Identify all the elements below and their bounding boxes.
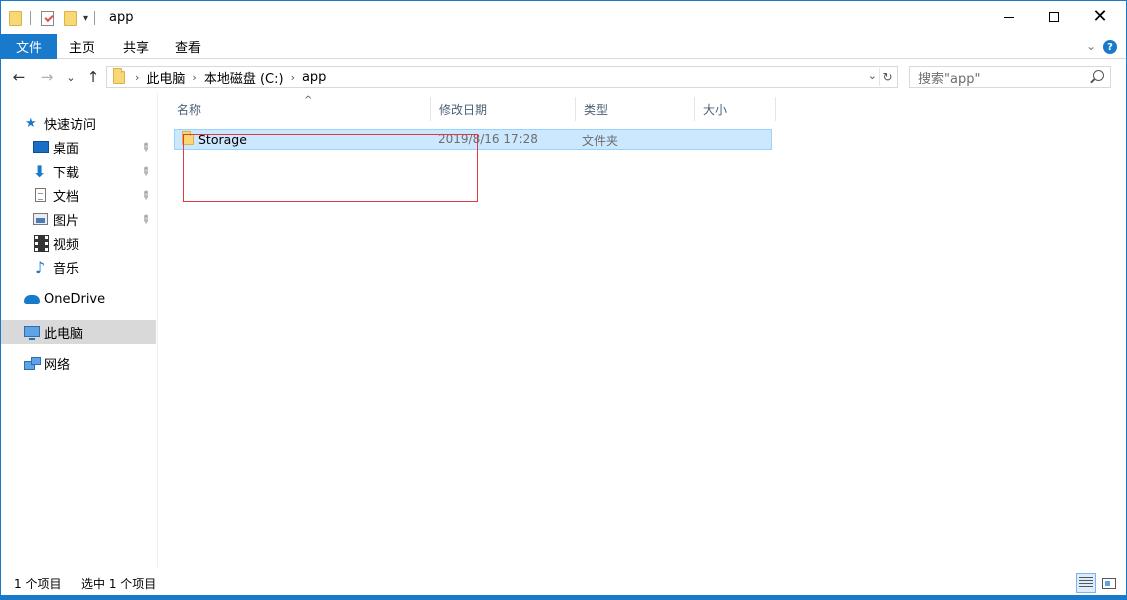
star-icon: ★ — [25, 115, 37, 131]
column-header-modified[interactable]: 修改日期 — [431, 97, 576, 121]
pin-icon[interactable]: ✎ — [138, 211, 154, 227]
maximize-icon — [1049, 12, 1059, 22]
sidebar-item-label: OneDrive — [44, 291, 106, 307]
sidebar-item-label: 图片 — [53, 213, 80, 229]
sidebar-item-videos[interactable]: 视频 — [1, 231, 156, 255]
window-title: app — [109, 10, 134, 25]
expand-ribbon-icon[interactable]: ⌄ — [1086, 39, 1096, 53]
address-dropdown-icon[interactable]: ⌄ — [868, 69, 877, 82]
navigation-pane: ★ 快速访问 桌面 ✎ ⬇ 下载 ✎ 文档 ✎ 图片 ✎ 视频 ♪ 音乐 One… — [1, 93, 158, 567]
sidebar-item-label: 视频 — [53, 237, 80, 253]
item-count: 1 个项目 — [14, 577, 62, 591]
column-header-size[interactable]: 大小 — [695, 97, 776, 121]
minimize-button[interactable] — [986, 1, 1032, 33]
sidebar-item-music[interactable]: ♪ 音乐 — [1, 255, 156, 279]
search-icon[interactable] — [1093, 70, 1104, 81]
network-icon — [24, 357, 41, 370]
folder-icon — [113, 67, 125, 84]
ribbon-tabs: 文件 主页 共享 查看 ⌄ ? — [1, 34, 1126, 59]
cloud-icon — [24, 294, 40, 304]
new-folder-icon[interactable] — [64, 10, 77, 26]
pin-icon[interactable]: ✎ — [138, 163, 154, 179]
pin-icon[interactable]: ✎ — [138, 139, 154, 155]
sidebar-item-documents[interactable]: 文档 ✎ — [1, 183, 156, 207]
status-bar: 1 个项目 选中 1 个项目 — [1, 571, 1126, 595]
large-icons-view-button[interactable] — [1099, 573, 1119, 593]
sidebar-item-quick-access[interactable]: ★ 快速访问 — [1, 111, 156, 135]
picture-icon — [33, 213, 48, 225]
close-icon: ✕ — [1092, 6, 1108, 27]
music-icon: ♪ — [35, 257, 46, 277]
sidebar-item-label: 快速访问 — [44, 117, 97, 133]
breadcrumb-separator[interactable]: › — [192, 71, 196, 84]
pin-icon[interactable]: ✎ — [138, 187, 154, 203]
video-icon — [34, 234, 49, 252]
sidebar-item-label: 音乐 — [53, 261, 80, 277]
minimize-icon — [1004, 16, 1014, 18]
column-header-name[interactable]: 名称 ^ — [169, 95, 431, 121]
breadcrumb-this-pc[interactable]: 此电脑 — [146, 68, 185, 87]
sidebar-item-onedrive[interactable]: OneDrive — [1, 287, 156, 311]
toolbar-separator — [30, 11, 31, 25]
file-list: 名称 ^ 修改日期 类型 大小 Storage 2019/8/16 17:28 … — [161, 93, 1126, 567]
window-bottom-border — [1, 595, 1126, 599]
selection-count: 选中 1 个项目 — [81, 577, 157, 591]
sidebar-item-label: 此电脑 — [44, 326, 84, 342]
customize-toolbar-icon[interactable]: ▾ — [83, 13, 88, 24]
tab-share[interactable]: 共享 — [123, 34, 149, 59]
tab-view[interactable]: 查看 — [175, 34, 201, 59]
column-label: 类型 — [584, 102, 609, 117]
close-button[interactable]: ✕ — [1077, 1, 1123, 33]
search-placeholder: 搜索"app" — [918, 71, 981, 87]
sidebar-item-pictures[interactable]: 图片 ✎ — [1, 207, 156, 231]
column-label: 修改日期 — [439, 102, 488, 117]
recent-locations-button[interactable]: ⌄ — [64, 67, 78, 87]
file-explorer-window: ▾ app ✕ 文件 主页 共享 查看 ⌄ ? ← → ⌄ ↑ › 此电脑 › … — [0, 0, 1127, 600]
search-input[interactable]: 搜索"app" — [909, 66, 1111, 88]
large-icons-view-icon — [1102, 577, 1116, 589]
sidebar-item-this-pc[interactable]: 此电脑 — [1, 320, 156, 344]
computer-icon — [24, 326, 40, 340]
breadcrumb-local-disk[interactable]: 本地磁盘 (C:) — [204, 68, 284, 87]
folder-icon — [9, 10, 22, 26]
column-label: 大小 — [703, 102, 728, 117]
maximize-button[interactable] — [1031, 1, 1077, 33]
file-type: 文件夹 — [582, 134, 619, 148]
download-icon: ⬇ — [33, 161, 47, 181]
sidebar-item-downloads[interactable]: ⬇ 下载 ✎ — [1, 159, 156, 183]
navigation-bar: ← → ⌄ ↑ › 此电脑 › 本地磁盘 (C:) › app ⌄ ↻ 搜索"a… — [1, 61, 1126, 93]
back-button[interactable]: ← — [9, 67, 29, 87]
sidebar-item-label: 桌面 — [53, 141, 80, 157]
address-bar[interactable]: › 此电脑 › 本地磁盘 (C:) › app ⌄ ↻ — [106, 66, 898, 88]
details-view-button[interactable] — [1076, 573, 1096, 593]
sidebar-item-label: 文档 — [53, 189, 80, 205]
desktop-icon — [33, 141, 49, 153]
tab-file[interactable]: 文件 — [1, 34, 57, 59]
help-icon[interactable]: ? — [1103, 40, 1117, 54]
properties-icon[interactable] — [41, 10, 54, 26]
sidebar-item-label: 下载 — [53, 165, 80, 181]
sidebar-item-label: 网络 — [44, 357, 71, 373]
breadcrumb-separator[interactable]: › — [291, 71, 295, 84]
breadcrumb-separator[interactable]: › — [135, 71, 139, 84]
highlight-box — [183, 134, 478, 202]
sidebar-item-desktop[interactable]: 桌面 ✎ — [1, 135, 156, 159]
quick-access-toolbar: ▾ — [9, 8, 96, 28]
up-button[interactable]: ↑ — [83, 67, 103, 87]
toolbar-separator — [94, 11, 96, 25]
sort-ascending-icon: ^ — [304, 95, 313, 106]
forward-button[interactable]: → — [37, 67, 57, 87]
tab-home[interactable]: 主页 — [69, 34, 95, 59]
column-label: 名称 — [177, 102, 202, 117]
document-icon — [35, 188, 46, 202]
refresh-icon[interactable]: ↻ — [879, 68, 895, 86]
sidebar-item-network[interactable]: 网络 — [1, 351, 156, 375]
column-header-type[interactable]: 类型 — [576, 97, 695, 121]
title-bar: ▾ app ✕ — [1, 1, 1126, 34]
details-view-icon — [1079, 577, 1093, 589]
breadcrumb-app[interactable]: app — [302, 70, 326, 85]
